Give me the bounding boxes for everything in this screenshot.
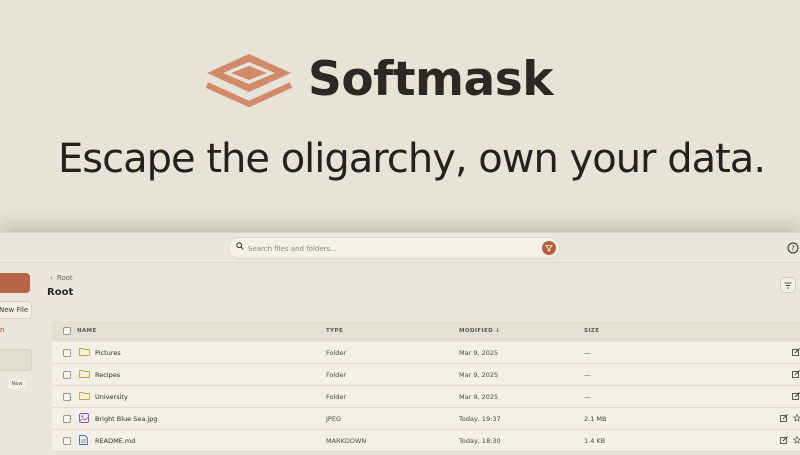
file-size: — [584,393,591,401]
table-row[interactable]: Recipes Folder Mar 9, 2025 — [52,364,800,386]
top-bar: ? [0,233,800,263]
filter-lines-icon [784,282,792,288]
tagline: Escape the oligarchy, own your data. [58,136,766,182]
file-size: 2.1 MB [584,415,607,423]
search-input[interactable] [248,241,528,256]
new-file-button[interactable]: New File [0,301,32,319]
edit-icon[interactable] [780,436,788,444]
file-name[interactable]: Pictures [95,349,121,357]
edit-icon[interactable] [792,392,800,400]
star-icon[interactable] [793,414,800,422]
file-modified: Mar 9, 2025 [459,349,499,357]
table-row[interactable]: Bright Blue Sea.jpg JPEG Today, 19:37 2.… [52,408,800,430]
file-modified: Today, 19:37 [459,415,501,423]
folder-icon [79,392,90,400]
image-file-icon [79,413,89,423]
column-size[interactable]: SIZE [584,328,599,334]
filter-icon [545,245,553,252]
table-row[interactable]: Pictures Folder Mar 9, 2025 — [52,342,800,364]
new-badge: New [8,379,26,389]
file-name[interactable]: Bright Blue Sea.jpg [95,415,157,423]
file-name[interactable]: Recipes [95,371,120,379]
table-header: NAME TYPE MODIFIED ↓ SIZE [52,321,800,341]
file-type: Folder [326,349,347,357]
breadcrumb-root[interactable]: Root [57,274,73,282]
file-type: JPEG [326,415,341,423]
file-table: NAME TYPE MODIFIED ↓ SIZE Pictures Folde… [52,321,800,455]
row-checkbox[interactable] [63,393,71,401]
star-icon[interactable] [793,436,800,444]
row-checkbox[interactable] [63,437,71,445]
file-modified: Today, 18:30 [459,437,501,445]
sidebar: New File n New [0,263,44,455]
row-checkbox[interactable] [63,371,71,379]
file-size: 1.4 KB [584,437,606,445]
search-bar[interactable] [228,237,560,259]
svg-text:?: ? [791,245,795,253]
document-file-icon [79,435,88,445]
view-filter-button[interactable] [780,277,796,293]
help-icon[interactable]: ? [787,242,799,254]
folder-icon [79,348,90,356]
page-title: Root [47,287,74,298]
table-row[interactable]: University Folder Mar 9, 2025 — [52,386,800,408]
select-all-checkbox[interactable] [63,327,71,335]
breadcrumb[interactable]: ‹ Root [50,274,73,282]
edit-icon[interactable] [792,348,800,356]
file-type: Folder [326,371,347,379]
new-button[interactable] [0,273,30,293]
main-content: ‹ Root Root NAME TYPE MODIFIED ↓ SIZE Pi… [44,263,800,455]
softmask-logo-icon [203,50,295,110]
search-filter-button[interactable] [542,241,556,255]
file-size: — [584,349,591,357]
file-name[interactable]: University [95,393,128,401]
file-size: — [584,371,591,379]
sidebar-item-selected[interactable] [0,349,32,371]
file-name[interactable]: README.md [95,437,135,445]
file-manager-window: ? New File n New ‹ Root Root NAME TYPE MO… [0,232,800,455]
column-modified[interactable]: MODIFIED ↓ [459,328,500,334]
row-checkbox[interactable] [63,349,71,357]
column-type[interactable]: TYPE [326,328,343,334]
brand-name: Softmask [308,52,553,107]
row-checkbox[interactable] [63,415,71,423]
sidebar-red-label: n [0,326,5,334]
hero-banner: Softmask Escape the oligarchy, own your … [0,0,800,232]
back-chevron-icon[interactable]: ‹ [50,274,53,282]
file-type: MARKDOWN [326,437,367,445]
edit-icon[interactable] [780,414,788,422]
search-icon [236,242,244,250]
file-type: Folder [326,393,347,401]
folder-icon [79,370,90,378]
table-row[interactable]: README.md MARKDOWN Today, 18:30 1.4 KB [52,430,800,452]
edit-icon[interactable] [792,370,800,378]
file-modified: Mar 9, 2025 [459,371,499,379]
file-modified: Mar 9, 2025 [459,393,499,401]
column-name[interactable]: NAME [77,328,97,334]
